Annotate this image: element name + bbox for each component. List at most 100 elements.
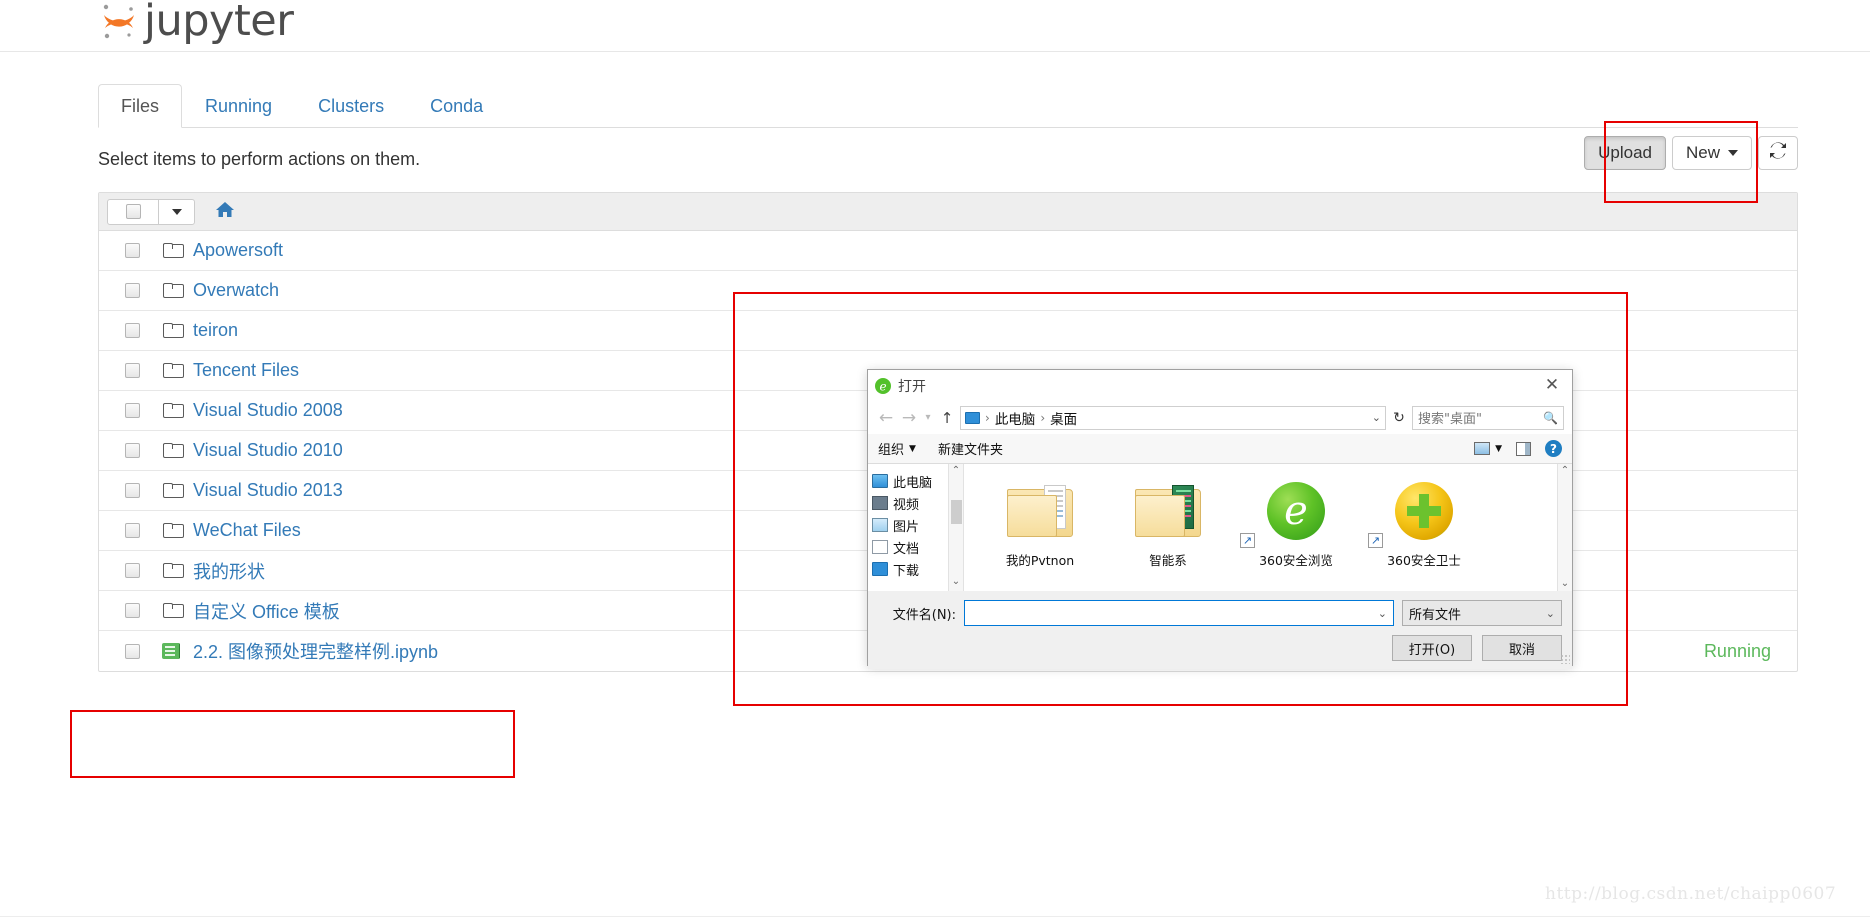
row-checkbox-cell[interactable] [107, 403, 157, 418]
grid-item-folder-python[interactable]: 我的Pvtnon [980, 472, 1100, 591]
resize-grip-icon[interactable] [1560, 654, 1570, 664]
checkbox-icon[interactable] [124, 563, 140, 578]
address-bar[interactable]: › 此电脑 › 桌面 ⌄ [960, 405, 1386, 430]
view-options-icon [1474, 442, 1491, 455]
upload-button[interactable]: Upload [1584, 136, 1666, 170]
sidebar-scrollbar[interactable]: ⌃ ⌄ [948, 464, 963, 591]
grid-item-360-browser[interactable]: e ↗ 360安全浏览 [1236, 472, 1356, 591]
file-name-link[interactable]: 2.2. 图像预处理完整样例.ipynb [193, 638, 438, 664]
tab-files[interactable]: Files [98, 84, 183, 128]
checkbox-icon[interactable] [124, 523, 140, 538]
jupyter-logo[interactable]: jupyter [98, 0, 294, 46]
row-checkbox-cell[interactable] [107, 323, 157, 338]
annotation-notebook-box [70, 710, 515, 778]
home-icon[interactable] [215, 201, 235, 222]
search-icon: 🔍 [1543, 410, 1558, 425]
help-icon[interactable]: ? [1545, 440, 1562, 457]
chevron-down-icon[interactable]: ⌄ [1561, 577, 1569, 591]
file-name-link[interactable]: Tencent Files [193, 360, 299, 381]
arrow-left-icon[interactable]: ← [876, 408, 896, 428]
file-grid-scrollbar[interactable]: ⌃ ⌄ [1557, 464, 1572, 591]
open-button[interactable]: 打开(O) [1392, 635, 1472, 661]
this-pc-icon [872, 474, 888, 488]
checkbox-icon[interactable] [124, 283, 140, 298]
folder-icon [157, 603, 187, 618]
file-name-link[interactable]: teiron [193, 320, 238, 341]
select-all-checkbox-cell[interactable] [108, 200, 158, 224]
breadcrumb-this-pc[interactable]: 此电脑 [995, 408, 1036, 428]
checkbox-icon[interactable] [124, 443, 140, 458]
table-row[interactable]: Overwatch [99, 271, 1797, 311]
checkbox-icon[interactable] [124, 603, 140, 618]
jupyter-logo-icon [98, 0, 140, 44]
row-checkbox-cell[interactable] [107, 643, 157, 659]
row-checkbox-cell[interactable] [107, 483, 157, 498]
scrollbar-thumb[interactable] [950, 500, 962, 524]
checkbox-icon[interactable] [124, 643, 140, 659]
refresh-icon[interactable]: ↻ [1389, 410, 1409, 426]
checkbox-icon[interactable] [124, 483, 140, 498]
close-icon[interactable]: ✕ [1540, 374, 1564, 396]
new-label: New [1685, 143, 1720, 162]
cancel-button[interactable]: 取消 [1482, 635, 1562, 661]
file-name-link[interactable]: 自定义 Office 模板 [193, 598, 340, 624]
filetype-select[interactable]: 所有文件 ⌄ [1402, 600, 1562, 626]
new-folder-button[interactable]: 新建文件夹 [938, 439, 1003, 458]
history-caret-down-icon[interactable]: ▾ [922, 412, 934, 423]
caret-down-icon[interactable]: ⌄ [1372, 411, 1381, 424]
filename-input[interactable]: ⌄ [964, 600, 1394, 626]
file-name-link[interactable]: Visual Studio 2008 [193, 400, 343, 421]
open-file-dialog[interactable]: e 打开 ✕ ← → ▾ ↑ › 此电脑 › 桌面 ⌄ ↻ 搜索"桌面" 🔍 组… [867, 369, 1573, 669]
checkbox-icon[interactable] [124, 403, 140, 418]
file-name-link[interactable]: 我的形状 [193, 558, 265, 584]
file-name-link[interactable]: Overwatch [193, 280, 279, 301]
checkbox-icon[interactable] [124, 363, 140, 378]
row-checkbox-cell[interactable] [107, 603, 157, 618]
ie-browser-icon: e ↗ [1236, 472, 1356, 550]
file-name-link[interactable]: Visual Studio 2010 [193, 440, 343, 461]
preview-pane-icon[interactable] [1516, 441, 1531, 456]
notebook-icon [157, 643, 187, 659]
tab-running[interactable]: Running [182, 84, 295, 128]
caret-down-icon [171, 208, 182, 215]
checkbox-icon[interactable] [124, 243, 140, 258]
row-checkbox-cell[interactable] [107, 563, 157, 578]
caret-down-icon[interactable]: ⌄ [1546, 607, 1555, 620]
file-name-link[interactable]: Apowersoft [193, 240, 283, 261]
file-name-link[interactable]: Visual Studio 2013 [193, 480, 343, 501]
search-input[interactable]: 搜索"桌面" 🔍 [1412, 405, 1564, 430]
checkbox-icon[interactable] [124, 323, 140, 338]
tab-clusters[interactable]: Clusters [295, 84, 407, 128]
file-name-link[interactable]: WeChat Files [193, 520, 301, 541]
row-checkbox-cell[interactable] [107, 523, 157, 538]
chevron-up-icon[interactable]: ⌃ [952, 464, 960, 478]
row-checkbox-cell[interactable] [107, 363, 157, 378]
breadcrumb-desktop[interactable]: 桌面 [1050, 408, 1077, 428]
tab-conda[interactable]: Conda [407, 84, 506, 128]
chevron-up-icon[interactable]: ⌃ [1561, 464, 1569, 478]
table-row[interactable]: Apowersoft [99, 231, 1797, 271]
arrow-up-icon[interactable]: ↑ [937, 409, 957, 427]
select-all-group[interactable] [107, 198, 195, 225]
organize-button[interactable]: 组织 ▼ [878, 439, 916, 458]
folder-icon [157, 403, 187, 418]
caret-down-icon[interactable]: ⌄ [1378, 607, 1387, 620]
row-checkbox-cell[interactable] [107, 443, 157, 458]
arrow-right-icon[interactable]: → [899, 408, 919, 428]
refresh-button[interactable] [1758, 136, 1798, 170]
table-row[interactable]: teiron [99, 311, 1797, 351]
row-checkbox-cell[interactable] [107, 283, 157, 298]
row-checkbox-cell[interactable] [107, 243, 157, 258]
documents-icon [872, 540, 888, 554]
select-menu-toggle[interactable] [158, 199, 194, 224]
grid-item-360-safeguard[interactable]: ↗ 360安全卫士 [1364, 472, 1484, 591]
view-options-button[interactable]: ▼ [1474, 442, 1502, 455]
folder-icon [157, 523, 187, 538]
chevron-down-icon[interactable]: ⌄ [952, 575, 960, 589]
main-tabbar: Files Running Clusters Conda [98, 84, 1798, 128]
file-grid: 我的Pvtnon 智能系 e ↗ 360安全浏览 ↗ 360安全卫士 ⌃ ⌄ [964, 464, 1572, 591]
shortcut-arrow-icon: ↗ [1240, 533, 1255, 548]
grid-item-folder-zhinengxi[interactable]: 智能系 [1108, 472, 1228, 591]
checkbox-icon[interactable] [125, 204, 141, 219]
new-dropdown-button[interactable]: New [1671, 136, 1752, 170]
